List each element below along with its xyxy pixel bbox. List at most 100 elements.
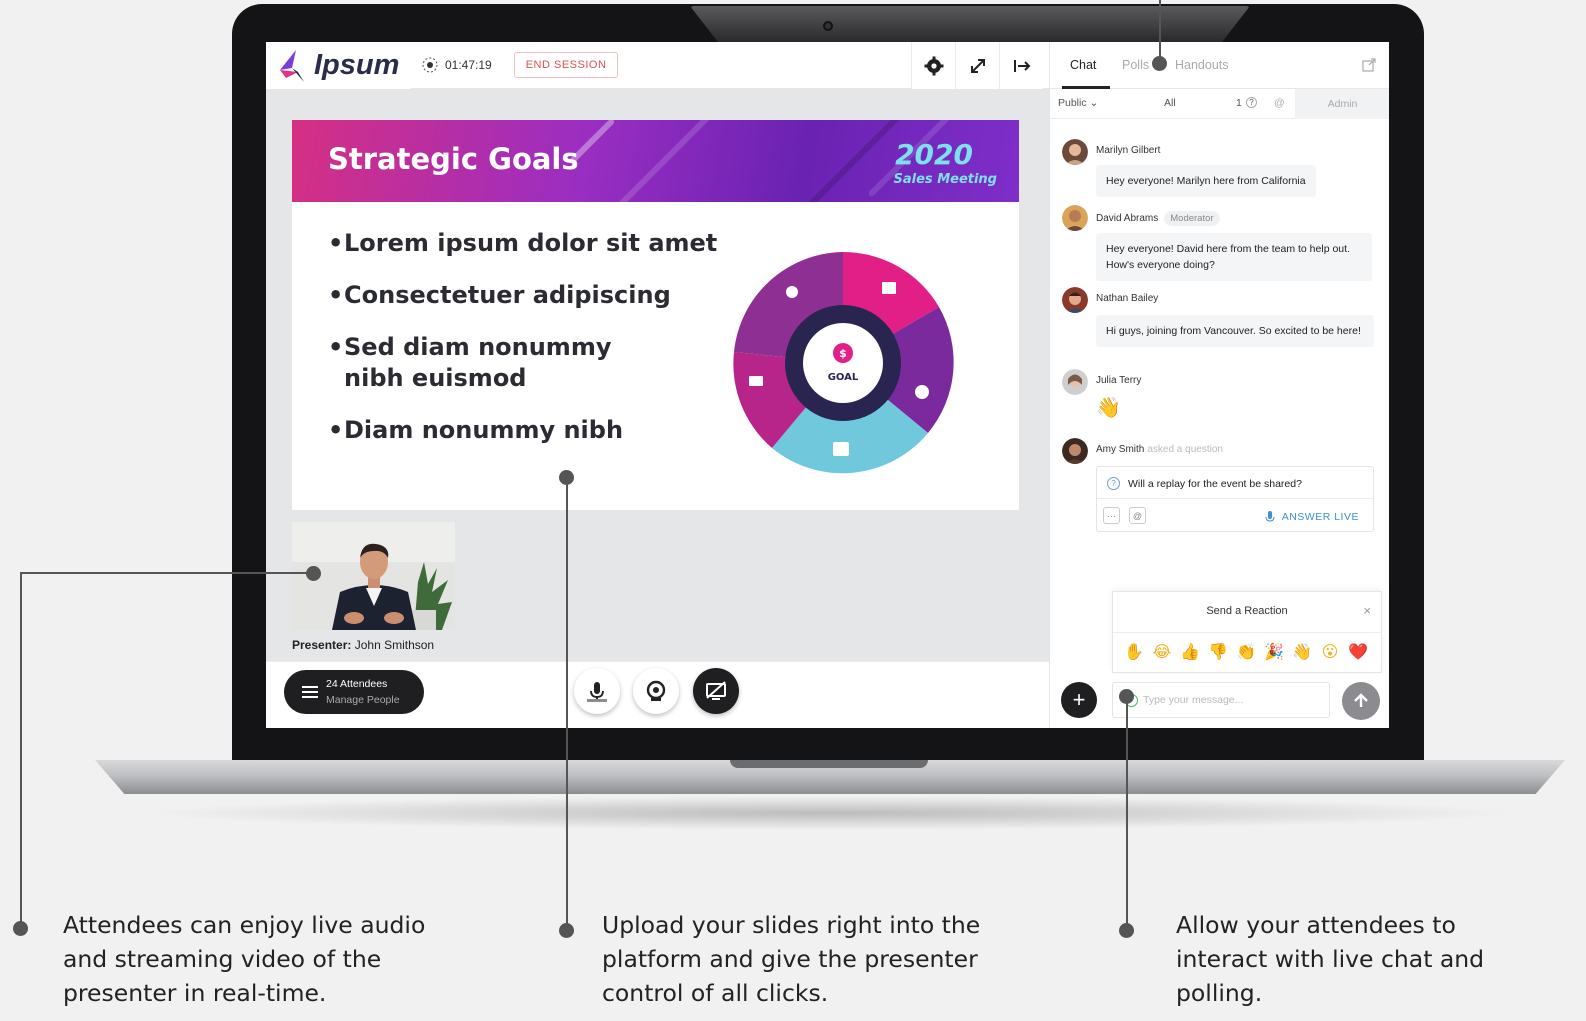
slide-subtitle: Sales Meeting xyxy=(893,172,997,187)
reaction-wave[interactable]: 👋 xyxy=(1291,641,1313,663)
question-text: ? Will a replay for the event be shared? xyxy=(1107,477,1302,490)
leave-button[interactable] xyxy=(999,42,1043,89)
public-filter-dropdown[interactable]: Public ⌄ xyxy=(1058,97,1098,109)
slide-title: Strategic Goals xyxy=(328,142,579,176)
callout-dot xyxy=(1152,56,1167,71)
tab-handouts[interactable]: Handouts xyxy=(1175,58,1229,72)
microphone-button[interactable] xyxy=(574,668,620,714)
fullscreen-button[interactable] xyxy=(955,42,999,89)
message-input-placeholder: Type your message... xyxy=(1143,694,1244,706)
goal-label: GOAL xyxy=(828,372,859,383)
reaction-hand[interactable]: ✋ xyxy=(1123,641,1145,663)
session-timer: 01:47:19 xyxy=(421,56,492,74)
callout-dot xyxy=(1119,689,1134,704)
chat-panel: Chat Polls Handouts Public ⌄ All 1 ? @ A… xyxy=(1049,42,1389,728)
caption-chat: Allow your attendees to interact with liv… xyxy=(1176,911,1485,1007)
all-filter[interactable]: All xyxy=(1164,97,1176,109)
callout-line xyxy=(566,478,568,930)
popout-icon[interactable] xyxy=(1362,58,1376,72)
reaction-heart[interactable]: ❤️ xyxy=(1347,641,1369,663)
logo[interactable]: Ipsum xyxy=(266,42,411,89)
expand-icon xyxy=(970,58,985,73)
reaction-laugh[interactable]: 😂 xyxy=(1151,641,1173,663)
reaction-clap[interactable]: 👏 xyxy=(1235,641,1257,663)
send-button[interactable] xyxy=(1342,682,1380,720)
presenter-name: John Smithson xyxy=(354,638,435,652)
screen-share-button[interactable] xyxy=(693,668,739,714)
callout-dot xyxy=(559,923,574,938)
slide-bullet: • Consectetuer adipiscing xyxy=(328,281,671,309)
message-text: Hey everyone! David here from the team t… xyxy=(1096,233,1372,281)
tab-chat[interactable]: Chat xyxy=(1070,58,1096,72)
add-attachment-button[interactable]: + xyxy=(1061,682,1097,718)
question-card: ? Will a replay for the event be shared?… xyxy=(1096,466,1374,532)
callout-line xyxy=(1126,696,1128,931)
microphone-icon xyxy=(1265,511,1275,522)
callout-dot xyxy=(1119,923,1134,938)
marketing-stage: Ipsum 01:47:19 END SESSION Strategic Goa… xyxy=(0,0,1586,1021)
gear-icon xyxy=(924,56,943,75)
reaction-thumbs-up[interactable]: 👍 xyxy=(1179,641,1201,663)
caption-video: Attendees can enjoy live audio and stream… xyxy=(63,911,426,1007)
asked-question-label: asked a question xyxy=(1147,444,1223,455)
message-author: Amy Smith asked a question xyxy=(1096,444,1223,455)
session-toolbar: 01:47:19 END SESSION xyxy=(411,42,1049,89)
record-icon xyxy=(422,57,438,73)
camera-button[interactable] xyxy=(633,668,679,714)
presentation-slide[interactable]: Strategic Goals 2020 Sales Meeting • Lore… xyxy=(292,120,1019,510)
avatar xyxy=(1062,287,1088,313)
attendees-count: 24 Attendees xyxy=(326,678,388,690)
wave-emoji: 👋 xyxy=(1096,397,1121,419)
reaction-party[interactable]: 🎉 xyxy=(1263,641,1285,663)
panel-tabs: Chat Polls Handouts xyxy=(1050,42,1389,89)
slide-bullet: • Lorem ipsum dolor sit amet xyxy=(328,229,718,257)
answer-live-button[interactable]: ANSWER LIVE xyxy=(1264,510,1359,524)
microphone-icon xyxy=(587,682,607,702)
slide-bullets: • Lorem ipsum dolor sit amet • Consectetue… xyxy=(328,228,717,467)
avatar xyxy=(1062,369,1088,395)
tab-polls[interactable]: Polls xyxy=(1122,58,1149,72)
app-screen: Ipsum 01:47:19 END SESSION Strategic Goa… xyxy=(266,42,1389,728)
reaction-thumbs-down[interactable]: 👎 xyxy=(1207,641,1229,663)
laptop-shadow xyxy=(140,796,1520,830)
message-author: Marilyn Gilbert xyxy=(1096,145,1161,156)
admin-tab[interactable]: Admin xyxy=(1295,89,1389,119)
camera-icon xyxy=(823,21,833,31)
question-count[interactable]: 1 xyxy=(1236,97,1242,109)
webcam-icon xyxy=(646,680,666,701)
reaction-picker: Send a Reaction × ✋ 😂 👍 👎 👏 🎉 👋 😮 ❤️ xyxy=(1112,591,1382,673)
reaction-emojis: ✋ 😂 👍 👎 👏 🎉 👋 😮 ❤️ xyxy=(1123,641,1369,663)
question-icon[interactable]: ? xyxy=(1246,97,1257,108)
chat-filters: Public ⌄ All 1 ? @ Admin xyxy=(1050,89,1389,119)
laptop-sheen xyxy=(690,6,1250,42)
slide-bullet: • Sed diam nonummy nibh euismod xyxy=(328,333,612,392)
end-session-button[interactable]: END SESSION xyxy=(513,52,619,78)
presenter-label: Presenter: John Smithson xyxy=(292,638,434,652)
mention-icon[interactable]: @ xyxy=(1274,97,1285,109)
reaction-surprised[interactable]: 😮 xyxy=(1319,641,1341,663)
mention-icon[interactable]: @ xyxy=(1129,507,1146,524)
timer-value: 01:47:19 xyxy=(445,58,492,72)
avatar xyxy=(1062,205,1088,231)
attendees-button[interactable]: 24 Attendees Manage People xyxy=(284,670,424,714)
callout-dot xyxy=(306,566,321,581)
close-icon[interactable]: × xyxy=(1363,603,1371,618)
settings-button[interactable] xyxy=(911,42,955,89)
manage-people-label: Manage People xyxy=(326,694,400,706)
question-icon: ? xyxy=(1107,477,1120,490)
message-input[interactable]: Type your message... xyxy=(1112,682,1330,718)
media-controls-bar: 24 Attendees Manage People xyxy=(266,661,1049,728)
more-options-icon[interactable]: ··· xyxy=(1103,507,1120,524)
slide-year: 2020 xyxy=(895,138,973,171)
goal-symbol: $ xyxy=(839,347,847,360)
slide-header: Strategic Goals 2020 Sales Meeting xyxy=(292,120,1019,202)
reaction-title: Send a Reaction xyxy=(1206,605,1288,617)
message-author: David Abrams Moderator xyxy=(1096,211,1220,226)
slide-bullet: • Diam nonummy nibh xyxy=(328,416,624,444)
callout-line xyxy=(20,572,314,574)
exit-icon xyxy=(1013,59,1030,72)
callout-dot xyxy=(13,921,28,936)
menu-icon xyxy=(302,683,318,701)
caption-slides: Upload your slides right into the platfor… xyxy=(602,911,981,1007)
callout-line xyxy=(1159,0,1161,64)
